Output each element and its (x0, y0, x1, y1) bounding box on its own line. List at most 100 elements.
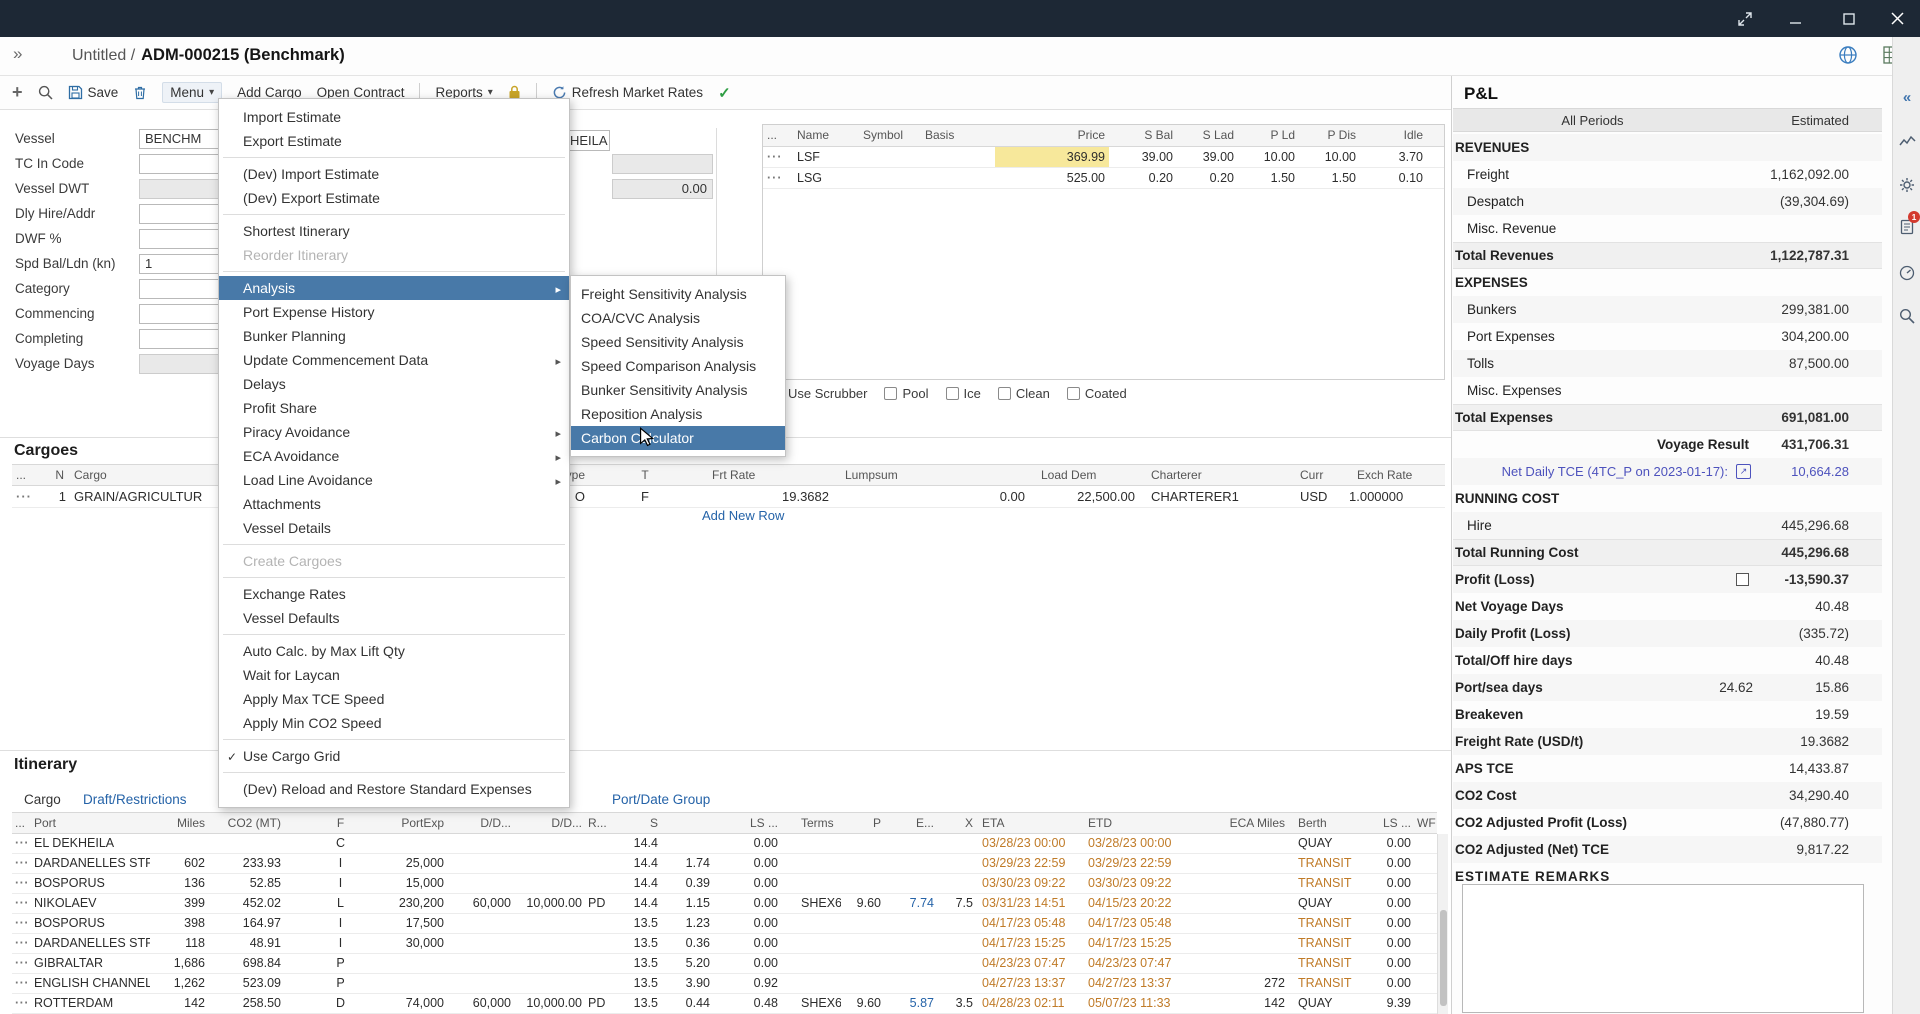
row-menu-icon[interactable] (763, 147, 793, 167)
bunker-column-header[interactable]: P Dis (1299, 125, 1360, 146)
e-link-cell[interactable]: 7.74 (884, 894, 937, 913)
function-cell[interactable]: C (284, 834, 360, 853)
menu-item[interactable]: Load Line Avoidance (219, 468, 569, 492)
rate-basis-cell[interactable]: PD (585, 894, 615, 913)
etd-cell[interactable]: 03/29/23 22:59 (1082, 854, 1188, 873)
collapse-panel-icon[interactable]: « (1893, 85, 1920, 109)
rate-basis-cell[interactable] (585, 854, 615, 873)
add-new-row-link[interactable]: Add New Row (702, 508, 784, 523)
itinerary-column-header[interactable]: ETA (976, 813, 1082, 833)
function-cell[interactable]: I (284, 934, 360, 953)
menu-button[interactable]: Menu ▾ (162, 82, 222, 103)
globe-icon[interactable] (1838, 45, 1858, 70)
menu-item[interactable]: (Dev) Export Estimate (219, 186, 569, 210)
cargo-curr-cell[interactable]: USD (1290, 486, 1345, 507)
row-menu-icon[interactable] (12, 894, 30, 913)
itinerary-column-header[interactable]: Terms (781, 813, 841, 833)
submenu-item[interactable]: Carbon Calculator (571, 426, 785, 450)
cargo-column-header[interactable]: Load Dem (1029, 465, 1139, 485)
submenu-item[interactable]: Bunker Sensitivity Analysis (571, 378, 785, 402)
bunker-idle-cell[interactable]: 3.70 (1360, 147, 1427, 167)
menu-item[interactable]: Auto Calc. by Max Lift Qty (219, 639, 569, 663)
itinerary-column-header[interactable]: D/D... (514, 813, 585, 833)
cargo-charterer-cell[interactable]: CHARTERER1 (1139, 486, 1290, 507)
itinerary-column-header[interactable]: E... (884, 813, 937, 833)
menu-item[interactable]: Delays (219, 372, 569, 396)
row-menu-icon[interactable] (12, 854, 30, 873)
eta-cell[interactable]: 04/28/23 02:11 (976, 994, 1082, 1013)
eta-cell[interactable]: 04/17/23 15:25 (976, 934, 1082, 953)
itinerary-column-header[interactable]: P (841, 813, 884, 833)
itinerary-column-header[interactable] (661, 813, 713, 833)
dem-rate-cell[interactable] (514, 874, 585, 893)
dem-rate-cell[interactable] (514, 954, 585, 973)
itinerary-scrollbar[interactable] (1437, 834, 1448, 1014)
etd-cell[interactable]: 04/27/23 13:37 (1082, 974, 1188, 993)
itinerary-column-header[interactable]: Port (30, 813, 150, 833)
window-close-icon[interactable] (1874, 0, 1920, 37)
function-cell[interactable]: P (284, 954, 360, 973)
eta-cell[interactable]: 03/31/23 14:51 (976, 894, 1082, 913)
port-cell[interactable]: GIBRALTAR (30, 954, 150, 973)
speed-cell[interactable]: 13.5 (615, 974, 661, 993)
settings-gear-icon[interactable] (1893, 173, 1920, 197)
eta-cell[interactable]: 03/29/23 22:59 (976, 854, 1082, 873)
etd-cell[interactable]: 03/30/23 09:22 (1082, 874, 1188, 893)
terms-cell[interactable] (781, 934, 841, 953)
port-cell[interactable]: DARDANELLES STRAI (30, 854, 150, 873)
flag-option[interactable]: Pool (884, 386, 928, 401)
itinerary-column-header[interactable]: D/D... (447, 813, 514, 833)
e-link-cell[interactable] (884, 874, 937, 893)
speed-cell[interactable]: 13.5 (615, 954, 661, 973)
row-menu-icon[interactable] (12, 486, 40, 507)
notes-document-icon[interactable]: 1 (1893, 215, 1920, 239)
berth-cell[interactable]: QUAY (1288, 834, 1356, 853)
load-rate-cell[interactable] (447, 874, 514, 893)
berth-cell[interactable]: TRANSIT (1288, 914, 1356, 933)
checkbox[interactable] (884, 387, 897, 400)
port-cell[interactable]: NIKOLAEV (30, 894, 150, 913)
cargo-column-header[interactable]: Frt Rate (700, 465, 833, 485)
port-expense-cell[interactable] (360, 834, 447, 853)
berth-cell[interactable]: TRANSIT (1288, 974, 1356, 993)
bunker-column-header[interactable]: Name (793, 125, 859, 146)
menu-item[interactable]: ECA Avoidance (219, 444, 569, 468)
load-rate-cell[interactable] (447, 854, 514, 873)
period-selector[interactable]: All Periods (1453, 113, 1732, 128)
dem-rate-cell[interactable] (514, 854, 585, 873)
menu-item[interactable]: Vessel Defaults (219, 606, 569, 630)
eta-cell[interactable]: 04/23/23 07:47 (976, 954, 1082, 973)
bunker-pdis-cell[interactable]: 10.00 (1299, 147, 1360, 167)
berth-cell[interactable]: TRANSIT (1288, 934, 1356, 953)
eta-cell[interactable]: 03/28/23 00:00 (976, 834, 1082, 853)
expand-sidebar-icon[interactable]: » (13, 44, 22, 64)
function-cell[interactable]: D (284, 994, 360, 1013)
row-menu-icon[interactable] (12, 874, 30, 893)
row-menu-icon[interactable] (763, 168, 793, 188)
gauge-icon[interactable] (1893, 261, 1920, 285)
port-cell[interactable]: EL DEKHEILA (30, 834, 150, 853)
itinerary-column-header[interactable]: ETD (1082, 813, 1188, 833)
menu-item[interactable]: (Dev) Reload and Restore Standard Expens… (219, 777, 569, 801)
berth-cell[interactable]: TRANSIT (1288, 954, 1356, 973)
berth-cell[interactable]: TRANSIT (1288, 874, 1356, 893)
cargo-column-header[interactable]: N (40, 465, 70, 485)
berth-cell[interactable]: QUAY (1288, 994, 1356, 1013)
search-icon[interactable] (1893, 304, 1920, 328)
port-cell[interactable]: BOSPORUS (30, 874, 150, 893)
load-rate-cell[interactable]: 60,000 (447, 894, 514, 913)
window-popout-icon[interactable] (1722, 0, 1768, 37)
port-expense-cell[interactable]: 30,000 (360, 934, 447, 953)
port-expense-cell[interactable] (360, 974, 447, 993)
checkbox[interactable] (1067, 387, 1080, 400)
cargo-t-cell[interactable]: F (590, 486, 700, 507)
bunker-column-header[interactable]: S Lad (1177, 125, 1238, 146)
eta-cell[interactable]: 04/17/23 05:48 (976, 914, 1082, 933)
speed-cell[interactable]: 13.5 (615, 934, 661, 953)
dem-rate-cell[interactable]: 10,000.00 (514, 894, 585, 913)
menu-item[interactable]: Apply Max TCE Speed (219, 687, 569, 711)
itinerary-column-header[interactable]: Miles (150, 813, 208, 833)
cargo-exch-rate-cell[interactable]: 1.000000 (1345, 486, 1445, 507)
rate-basis-cell[interactable] (585, 874, 615, 893)
load-rate-cell[interactable] (447, 934, 514, 953)
